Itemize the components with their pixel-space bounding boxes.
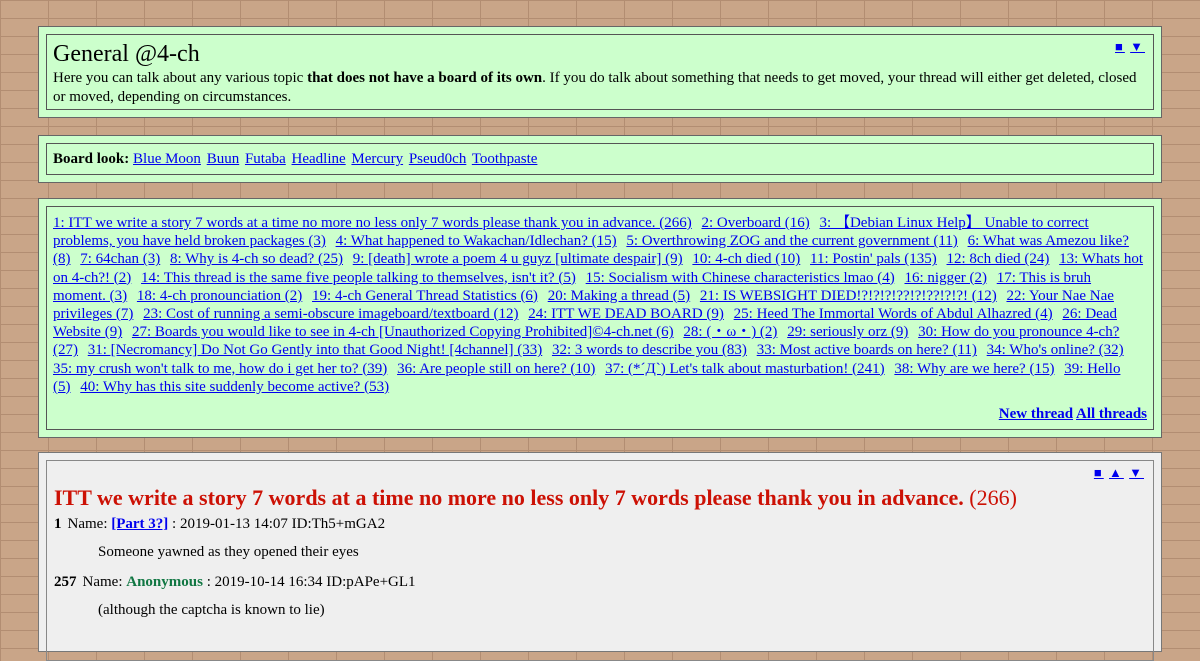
thread-link[interactable]: 7: 64chan (3) <box>80 251 160 267</box>
thread-link[interactable]: 5: Overthrowing ZOG and the current gove… <box>626 233 957 249</box>
desc-text: Here you can talk about any various topi… <box>53 70 308 86</box>
thread-reply-count: (266) <box>969 485 1017 510</box>
thread-link[interactable]: 10: 4-ch died (10) <box>692 251 800 267</box>
thread-link[interactable]: 16: nigger (2) <box>904 270 986 286</box>
new-thread-link[interactable]: New thread <box>999 406 1073 422</box>
post-body: (although the captcha is known to lie) <box>98 602 325 618</box>
style-links: Blue Moon Buun Futaba Headline Mercury P… <box>133 151 539 167</box>
thread-link[interactable]: 27: Boards you would like to see in 4-ch… <box>132 324 674 340</box>
post: 257 Name: Anonymous : 2019-10-14 16:34 ID… <box>54 572 1146 620</box>
desc-bold: that does not have a board of its own <box>307 70 543 86</box>
thread-link[interactable]: 23: Cost of running a semi-obscure image… <box>143 306 518 322</box>
thread-list-inner: 1: ITT we write a story 7 words at a tim… <box>46 206 1154 430</box>
post-header: 1 Name: [Part 3?] : 2019-01-13 14:07 ID:T… <box>54 514 1146 534</box>
style-link[interactable]: Headline <box>292 151 346 167</box>
jump-menu-button[interactable]: ■ <box>1115 39 1125 54</box>
thread-link[interactable]: 28: (・ω・) (2) <box>683 324 777 340</box>
thread-list: 1: ITT we write a story 7 words at a tim… <box>53 214 1147 396</box>
thread-link[interactable]: 19: 4-ch General Thread Statistics (6) <box>312 288 538 304</box>
thread-link[interactable]: 36: Are people still on here? (10) <box>397 361 595 377</box>
style-link[interactable]: Blue Moon <box>133 151 201 167</box>
post-number[interactable]: 1 <box>54 516 62 532</box>
thread-inner: ■ ▲ ▼ ITT we write a story 7 words at a … <box>46 460 1154 661</box>
thread-link[interactable]: 38: Why are we here? (15) <box>894 361 1054 377</box>
thread-link[interactable]: 11: Postin' pals (135) <box>810 251 937 267</box>
thread-list-box: 1: ITT we write a story 7 words at a tim… <box>38 198 1162 438</box>
post-meta: : 2019-01-13 14:07 ID:Th5+mGA2 <box>168 516 386 532</box>
name-label: Name: <box>82 574 127 590</box>
thread-link[interactable]: 2: Overboard (16) <box>702 215 810 231</box>
board-look-inner: Board look: Blue Moon Buun Futaba Headli… <box>46 143 1154 175</box>
thread-up-button[interactable]: ▲ <box>1109 465 1124 480</box>
thread-link[interactable]: 34: Who's online? (32) <box>987 342 1124 358</box>
thread-box: ■ ▲ ▼ ITT we write a story 7 words at a … <box>38 452 1162 661</box>
style-link[interactable]: Toothpaste <box>472 151 538 167</box>
post-header: 257 Name: Anonymous : 2019-10-14 16:34 ID… <box>54 572 1146 592</box>
thread-title-text: ITT we write a story 7 words at a time n… <box>54 485 964 510</box>
thread-link[interactable]: 35: my crush won't talk to me, how do i … <box>53 361 387 377</box>
thread-link[interactable]: 14: This thread is the same five people … <box>141 270 576 286</box>
poster-name: Anonymous <box>126 574 203 590</box>
thread-link[interactable]: 32: 3 words to describe you (83) <box>552 342 747 358</box>
thread-link[interactable]: 18: 4-ch pronounciation (2) <box>137 288 302 304</box>
style-link[interactable]: Pseud0ch <box>409 151 467 167</box>
thread-menu-button[interactable]: ■ <box>1094 465 1104 480</box>
thread-actions: New thread All threads <box>999 405 1147 423</box>
poster-name[interactable]: [Part 3?] <box>111 516 168 532</box>
board-header: ■ ▼ General @4-ch Here you can talk abou… <box>38 26 1162 118</box>
thread-title: ITT we write a story 7 words at a time n… <box>54 485 1146 511</box>
thread-link[interactable]: 21: IS WEBSIGHT DIED!?!?!?!??!?!??!?!?! … <box>700 288 997 304</box>
thread-link[interactable]: 20: Making a thread (5) <box>548 288 690 304</box>
thread-link[interactable]: 4: What happened to Wakachan/Idlechan? (… <box>336 233 617 249</box>
thread-link[interactable]: 8: Why is 4-ch so dead? (25) <box>170 251 343 267</box>
style-link[interactable]: Futaba <box>245 151 286 167</box>
board-header-inner: ■ ▼ General @4-ch Here you can talk abou… <box>46 34 1154 110</box>
thread-link[interactable]: 33: Most active boards on here? (11) <box>757 342 977 358</box>
post-meta: : 2019-10-14 16:34 ID:pAPe+GL1 <box>202 574 416 590</box>
thread-link[interactable]: 1: ITT we write a story 7 words at a tim… <box>53 215 692 231</box>
board-look-box: Board look: Blue Moon Buun Futaba Headli… <box>38 135 1162 183</box>
thread-nav: ■ ▲ ▼ <box>1094 465 1144 481</box>
thread-link[interactable]: 15: Socialism with Chinese characteristi… <box>586 270 895 286</box>
all-threads-link[interactable]: All threads <box>1076 406 1147 422</box>
board-description: Here you can talk about any various topi… <box>53 69 1147 107</box>
jump-down-button[interactable]: ▼ <box>1130 39 1145 54</box>
thread-down-button[interactable]: ▼ <box>1129 465 1144 480</box>
thread-link[interactable]: 25: Heed The Immortal Words of Abdul Alh… <box>734 306 1053 322</box>
thread-link[interactable]: 24: ITT WE DEAD BOARD (9) <box>528 306 724 322</box>
board-look-label: Board look: <box>53 151 130 167</box>
thread-link[interactable]: 9: [death] wrote a poem 4 u guyz [ultima… <box>353 251 683 267</box>
thread-link[interactable]: 31: [Necromancy] Do Not Go Gently into t… <box>88 342 542 358</box>
style-link[interactable]: Mercury <box>351 151 403 167</box>
post: 1 Name: [Part 3?] : 2019-01-13 14:07 ID:T… <box>54 514 1146 562</box>
thread-link[interactable]: 37: (*´Д`) Let's talk about masturbation… <box>605 361 885 377</box>
name-label: Name: <box>67 516 112 532</box>
board-title: General @4-ch <box>53 41 200 67</box>
header-nav: ■ ▼ <box>1115 39 1145 55</box>
style-link[interactable]: Buun <box>207 151 240 167</box>
post-body: Someone yawned as they opened their eyes <box>98 544 359 560</box>
thread-link[interactable]: 29: seriously orz (9) <box>787 324 908 340</box>
thread-link[interactable]: 40: Why has this site suddenly become ac… <box>80 379 389 395</box>
posts: 1 Name: [Part 3?] : 2019-01-13 14:07 ID:T… <box>54 514 1146 620</box>
thread-link[interactable]: 12: 8ch died (24) <box>947 251 1050 267</box>
post-number[interactable]: 257 <box>54 574 77 590</box>
